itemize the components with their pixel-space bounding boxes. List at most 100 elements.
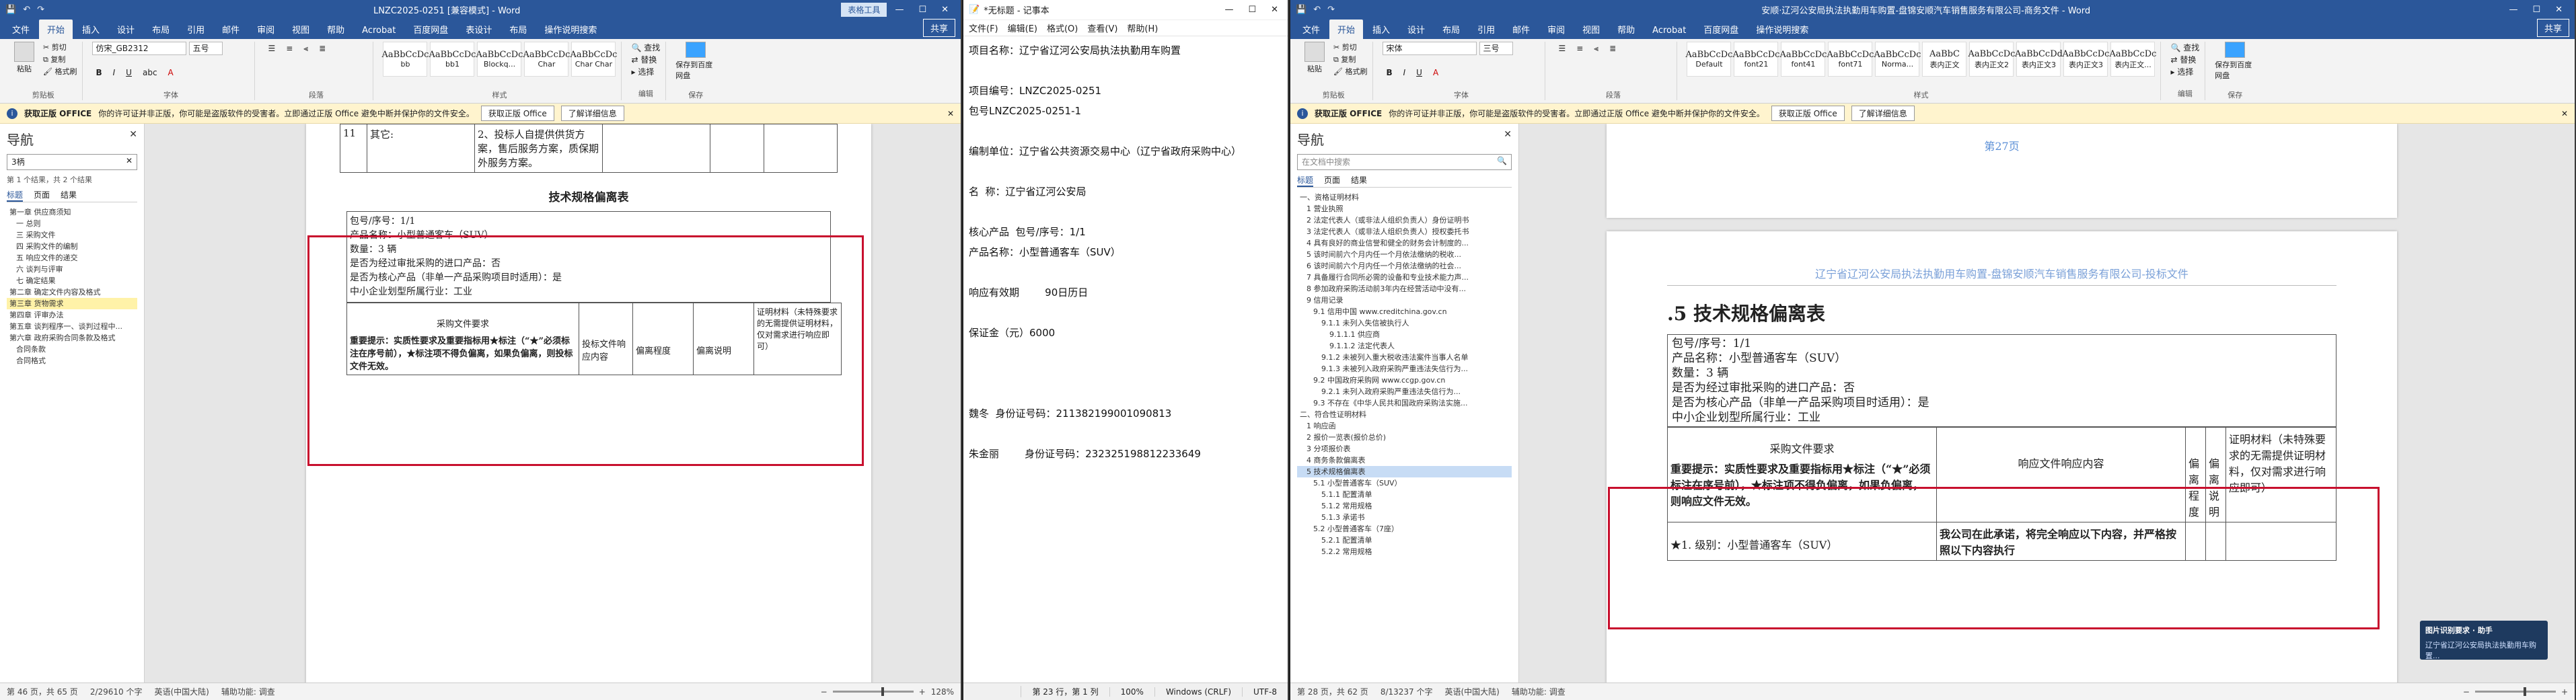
zoom-level[interactable]: 128% — [931, 687, 954, 697]
ribbon-tab[interactable]: 布局 — [144, 20, 178, 39]
status-accessibility[interactable]: 辅助功能: 调查 — [1512, 686, 1566, 697]
maximize-icon[interactable]: ☐ — [2532, 5, 2540, 15]
notepad-menu-item[interactable]: 文件(F) — [969, 22, 998, 34]
nav-tab[interactable]: 标题 — [7, 189, 24, 202]
ribbon-tab[interactable]: 百度网盘 — [1695, 20, 1746, 39]
close-infobar-icon[interactable]: ✕ — [947, 109, 954, 118]
notepad-menu-item[interactable]: 查看(V) — [1087, 22, 1117, 34]
nav-heading-item[interactable]: 8 参加政府采购活动前3年内在经营活动中没有... — [1297, 283, 1512, 295]
maximize-icon[interactable]: ☐ — [1248, 5, 1256, 15]
ribbon-tab[interactable]: 引用 — [179, 20, 213, 39]
nav-heading-item[interactable]: 1 响应函 — [1297, 420, 1512, 432]
italic-button[interactable]: I — [1400, 66, 1409, 79]
nav-heading-item[interactable]: 1 营业执照 — [1297, 203, 1512, 215]
nav-heading-item[interactable]: 七 确定结果 — [7, 275, 137, 286]
find-button[interactable]: 🔍 查找 — [631, 42, 660, 54]
zoom-in-icon[interactable]: + — [2561, 687, 2568, 697]
close-icon[interactable]: ✕ — [941, 5, 949, 15]
style-option[interactable]: AaBbCcDc 表内正文2 — [1968, 42, 2015, 77]
nav-heading-item[interactable]: 3 法定代表人（或非法人组织负责人）授权委托书 — [1297, 226, 1512, 237]
find-button[interactable]: 🔍 查找 — [2170, 42, 2199, 54]
learn-more-button[interactable]: 了解详细信息 — [1851, 106, 1915, 121]
get-genuine-button[interactable]: 获取正版 Office — [1771, 106, 1845, 121]
paste-button[interactable]: 粘贴 — [9, 42, 39, 81]
ribbon-tab[interactable]: 邮件 — [214, 20, 248, 39]
share-button[interactable]: 共享 — [2536, 19, 2569, 37]
center-button[interactable]: ≣ — [316, 42, 329, 56]
nav-tab[interactable]: 结果 — [1351, 174, 1367, 187]
style-option[interactable]: AaBbCcDc font41 — [1780, 42, 1827, 77]
ribbon-tab[interactable]: 布局 — [501, 20, 535, 39]
nav-heading-item[interactable]: 9.1 信用中国 www.creditchina.gov.cn — [1297, 306, 1512, 317]
nav-heading-item[interactable]: 5.2.1 配置清单 — [1297, 535, 1512, 546]
ribbon-tab[interactable]: 设计 — [1399, 20, 1433, 39]
nav-heading-item[interactable]: 一、资格证明材料 — [1297, 192, 1512, 203]
minimize-icon[interactable]: — — [895, 5, 904, 15]
nav-heading-item[interactable]: 第四章 评审办法 — [7, 309, 137, 321]
ribbon-tab[interactable]: Acrobat — [1644, 22, 1694, 39]
bold-button[interactable]: B — [92, 66, 105, 79]
save-icon[interactable]: 💾 — [5, 5, 16, 15]
nav-heading-item[interactable]: 9.2.1 未列入政府采购严重违法失信行为... — [1297, 386, 1512, 397]
nav-heading-item[interactable]: 六 谈判与评审 — [7, 264, 137, 275]
minimize-icon[interactable]: — — [2509, 5, 2517, 15]
ribbon-tab[interactable]: Acrobat — [354, 22, 404, 39]
ribbon-tab[interactable]: 插入 — [74, 20, 108, 39]
style-option[interactable]: AaBbCcDc 表内正文... — [2110, 42, 2156, 77]
nav-heading-item[interactable]: 第一章 供应商须知 — [7, 206, 137, 218]
get-genuine-button[interactable]: 获取正版 Office — [480, 106, 554, 121]
nav-heading-item[interactable]: 5 技术规格偏离表 — [1297, 466, 1512, 477]
select-button[interactable]: ▸ 选择 — [631, 66, 660, 78]
nav-search-input[interactable]: 3柄 ✕ — [7, 154, 137, 170]
close-infobar-icon[interactable]: ✕ — [2561, 109, 2568, 118]
nav-heading-item[interactable]: 一 总则 — [7, 218, 137, 229]
nav-heading-item[interactable]: 第二章 确定文件内容及格式 — [7, 286, 137, 298]
notepad-menu-item[interactable]: 格式(O) — [1047, 22, 1078, 34]
nav-heading-item[interactable]: 9 信用记录 — [1297, 295, 1512, 306]
ribbon-tab[interactable]: 文件 — [4, 20, 38, 39]
cut-button[interactable]: ✂ 剪切 — [43, 42, 77, 54]
undo-icon[interactable]: ↶ — [23, 5, 30, 15]
ribbon-tab[interactable]: 插入 — [1364, 20, 1398, 39]
zoom-slider[interactable] — [2474, 687, 2556, 696]
ribbon-tab[interactable]: 视图 — [1574, 20, 1608, 39]
format-painter-button[interactable]: 🖌 格式刷 — [1333, 66, 1367, 78]
nav-heading-item[interactable]: 6 该时间前六个月内任一个月依法缴纳的社会... — [1297, 260, 1512, 272]
nav-heading-item[interactable]: 五 响应文件的递交 — [7, 252, 137, 264]
nav-heading-item[interactable]: 5 该时间前六个月内任一个月依法缴纳的税收... — [1297, 249, 1512, 260]
font-name-select[interactable]: 仿宋_GB2312 — [92, 42, 187, 55]
ribbon-tab[interactable]: 视图 — [284, 20, 318, 39]
notepad-menu-item[interactable]: 编辑(E) — [1008, 22, 1037, 34]
nav-heading-item[interactable]: 第六章 政府采购合同条款及格式 — [7, 332, 137, 344]
nav-heading-item[interactable]: 4 具有良好的商业信誉和健全的财务会计制度的... — [1297, 237, 1512, 249]
paste-button[interactable]: 粘贴 — [1300, 42, 1329, 81]
style-option[interactable]: AaBbCcDc font71 — [1827, 42, 1874, 77]
nav-heading-item[interactable]: 第三章 货物需求 — [7, 298, 137, 309]
style-option[interactable]: AaBbCcDc Norma... — [1874, 42, 1921, 77]
replace-button[interactable]: ⇄ 替换 — [2170, 54, 2199, 66]
bullets-button[interactable]: ☰ — [1555, 42, 1569, 56]
ribbon-tab[interactable]: 邮件 — [1504, 20, 1538, 39]
notification-toast[interactable]: 图片识别要求 · 助手 辽宁省辽河公安局执法执勤用车购置... — [2420, 621, 2548, 660]
zoom-slider[interactable] — [832, 687, 914, 696]
tell-me-search[interactable]: 操作说明搜索 — [1748, 20, 1816, 39]
zoom-out-icon[interactable]: − — [821, 687, 827, 697]
nav-search-input[interactable]: 在文档中搜索 🔍 — [1297, 154, 1512, 170]
zoom-out-icon[interactable]: − — [2463, 687, 2470, 697]
nav-heading-item[interactable]: 5.2.2 常用规格 — [1297, 546, 1512, 557]
nav-heading-item[interactable]: 5.1 小型普通客车（SUV） — [1297, 477, 1512, 489]
nav-heading-item[interactable]: 2 法定代表人（或非法人组织负责人）身份证明书 — [1297, 215, 1512, 226]
ribbon-tab[interactable]: 设计 — [109, 20, 143, 39]
maximize-icon[interactable]: ☐ — [918, 5, 926, 15]
center-button[interactable]: ≣ — [1606, 42, 1619, 56]
align-left-button[interactable]: ⫷ — [1590, 42, 1602, 56]
learn-more-button[interactable]: 了解详细信息 — [560, 106, 624, 121]
style-option[interactable]: AaBbCcDc Default — [1686, 42, 1732, 77]
font-color-button[interactable]: A — [1430, 66, 1442, 79]
bullets-button[interactable]: ☰ — [264, 42, 279, 56]
save-icon[interactable]: 💾 — [1296, 5, 1307, 15]
strikethrough-button[interactable]: abc — [139, 66, 161, 79]
numbering-button[interactable]: ≡ — [283, 42, 296, 56]
bold-button[interactable]: B — [1383, 66, 1395, 79]
align-left-button[interactable]: ⫷ — [300, 42, 311, 56]
